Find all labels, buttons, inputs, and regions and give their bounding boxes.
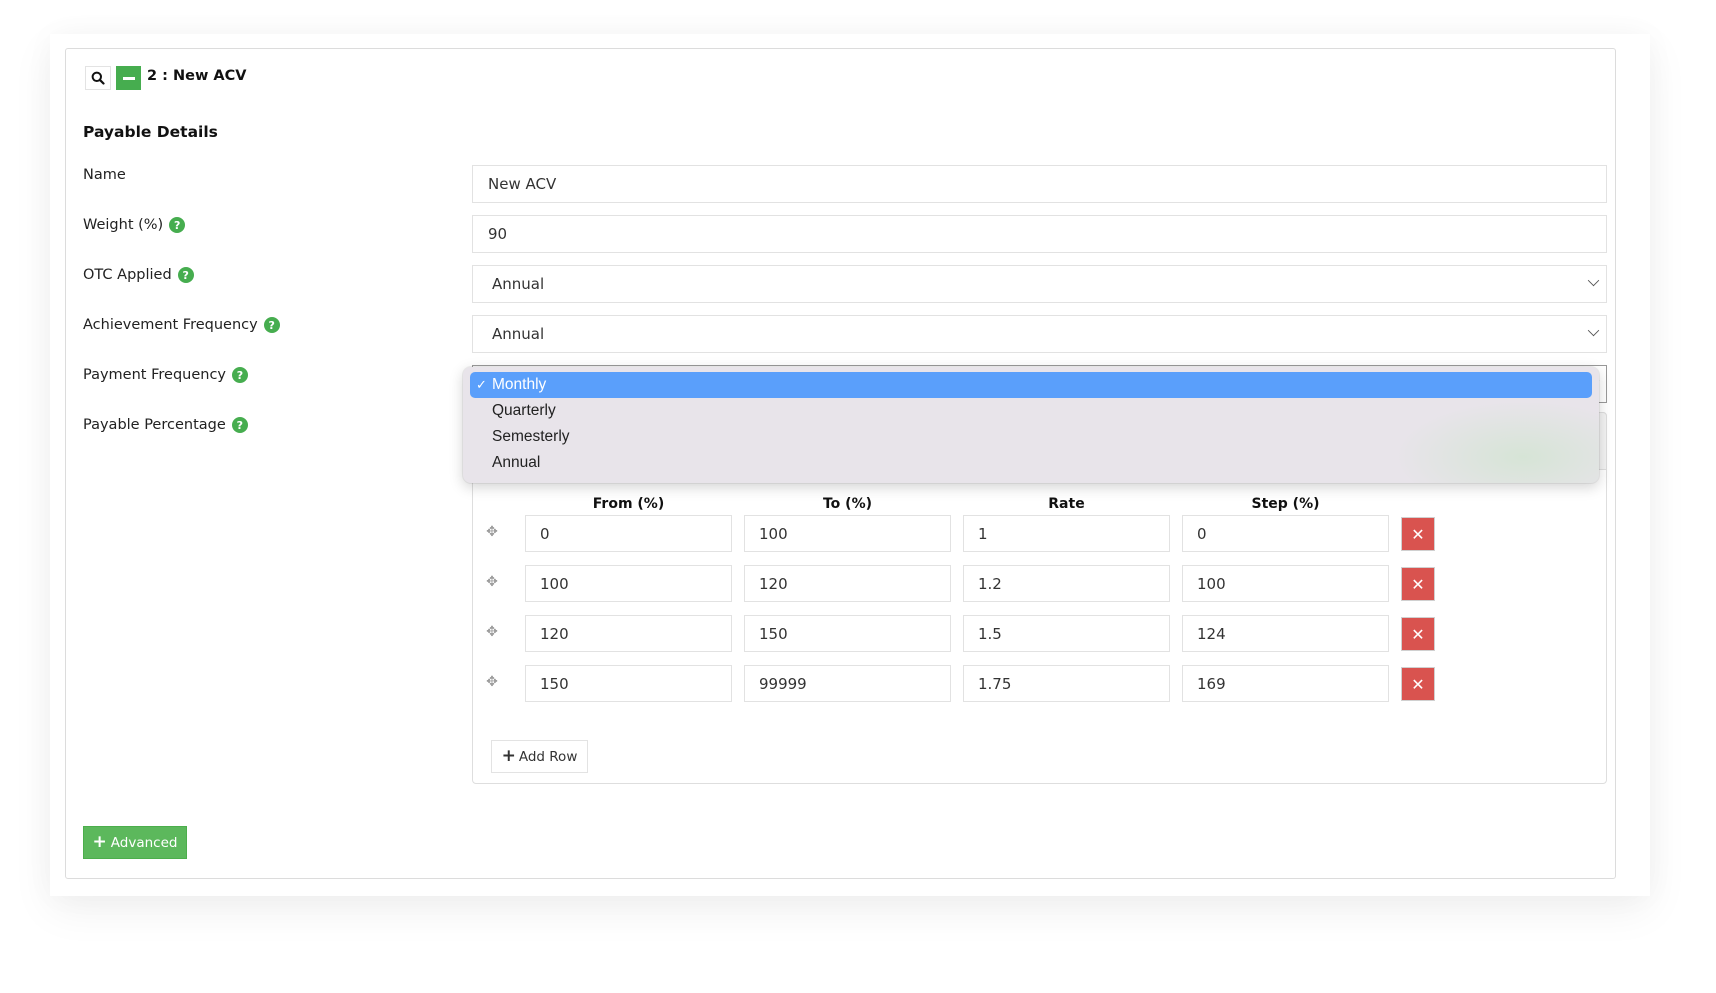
step-value: 100 <box>1197 574 1226 593</box>
option-label: Semesterly <box>492 428 570 445</box>
otc-applied-select[interactable]: Annual <box>472 265 1607 303</box>
step-value: 124 <box>1197 624 1226 643</box>
chevron-down-icon <box>1587 324 1600 337</box>
drag-handle-icon[interactable]: ✥ <box>485 574 499 590</box>
from-value: 150 <box>540 674 569 693</box>
payment-frequency-label-text: Payment Frequency <box>83 367 226 383</box>
help-icon[interactable]: ? <box>177 267 194 283</box>
weight-input[interactable]: 90 <box>472 215 1607 253</box>
column-header-from: From (%) <box>592 496 665 512</box>
advanced-label: Advanced <box>110 834 178 851</box>
from-value: 100 <box>540 574 569 593</box>
name-label-text: Name <box>83 167 126 183</box>
option-label: Annual <box>492 454 541 471</box>
drag-handle-icon[interactable]: ✥ <box>485 674 499 690</box>
from-input[interactable]: 0 <box>525 515 732 552</box>
to-value: 99999 <box>759 674 807 693</box>
column-header-rate: Rate <box>1048 496 1085 512</box>
delete-row-button[interactable]: ✕ <box>1401 567 1435 601</box>
section-title: Payable Details <box>83 123 218 141</box>
to-input[interactable]: 100 <box>744 515 951 552</box>
close-icon: ✕ <box>1411 574 1425 594</box>
dropdown-option-semesterly[interactable]: Semesterly <box>470 424 1592 450</box>
plus-icon: + <box>92 832 107 852</box>
help-icon[interactable]: ? <box>263 317 280 333</box>
to-input[interactable]: 99999 <box>744 665 951 702</box>
column-header-step: Step (%) <box>1251 496 1320 512</box>
option-label: Quarterly <box>492 402 556 419</box>
to-input[interactable]: 150 <box>744 615 951 652</box>
rate-input[interactable]: 1.2 <box>963 565 1170 602</box>
rate-value: 1.5 <box>978 624 1002 643</box>
weight-label-text: Weight (%) <box>83 217 164 233</box>
payment-frequency-label: Payment Frequency? <box>83 367 248 383</box>
help-icon[interactable]: ? <box>231 417 248 433</box>
search-button[interactable] <box>85 66 111 90</box>
otc-applied-label-text: OTC Applied <box>83 267 172 283</box>
step-input[interactable]: 169 <box>1182 665 1389 702</box>
minus-icon <box>122 76 135 80</box>
from-input[interactable]: 100 <box>525 565 732 602</box>
check-icon: ✓ <box>476 377 487 392</box>
chevron-down-icon <box>1587 274 1600 287</box>
achievement-frequency-label: Achievement Frequency? <box>83 317 280 333</box>
delete-row-button[interactable]: ✕ <box>1401 667 1435 701</box>
rate-input[interactable]: 1.5 <box>963 615 1170 652</box>
payable-title: 2 : New ACV <box>147 68 247 84</box>
step-input[interactable]: 0 <box>1182 515 1389 552</box>
to-value: 120 <box>759 574 788 593</box>
rate-value: 1.75 <box>978 674 1012 693</box>
otc-applied-label: OTC Applied? <box>83 267 194 283</box>
rate-input[interactable]: 1.75 <box>963 665 1170 702</box>
rate-value: 1.2 <box>978 574 1002 593</box>
search-icon <box>91 71 105 85</box>
payment-frequency-dropdown: ✓ Monthly Quarterly Semesterly Annual <box>463 367 1599 483</box>
advanced-button[interactable]: + Advanced <box>83 826 187 859</box>
step-value: 0 <box>1197 524 1207 543</box>
add-row-label: Add Row <box>518 748 578 765</box>
step-input[interactable]: 124 <box>1182 615 1389 652</box>
to-value: 150 <box>759 624 788 643</box>
option-label: Monthly <box>492 376 547 393</box>
collapse-button[interactable] <box>116 66 141 90</box>
add-row-button[interactable]: + Add Row <box>491 740 588 773</box>
help-icon[interactable]: ? <box>169 217 186 233</box>
close-icon: ✕ <box>1411 674 1425 694</box>
weight-input-value: 90 <box>488 225 508 243</box>
delete-row-button[interactable]: ✕ <box>1401 617 1435 651</box>
dropdown-option-monthly[interactable]: ✓ Monthly <box>470 372 1592 398</box>
achievement-frequency-value: Annual <box>492 325 545 343</box>
payable-percentage-label: Payable Percentage? <box>83 417 248 433</box>
to-value: 100 <box>759 524 788 543</box>
name-input-value: New ACV <box>488 175 557 193</box>
from-input[interactable]: 150 <box>525 665 732 702</box>
weight-label: Weight (%)? <box>83 217 186 233</box>
dropdown-option-annual[interactable]: Annual <box>470 450 1592 476</box>
from-value: 120 <box>540 624 569 643</box>
step-value: 169 <box>1197 674 1226 693</box>
rate-value: 1 <box>978 524 988 543</box>
achievement-frequency-label-text: Achievement Frequency <box>83 317 258 333</box>
to-input[interactable]: 120 <box>744 565 951 602</box>
from-value: 0 <box>540 524 550 543</box>
help-icon[interactable]: ? <box>232 367 248 383</box>
name-input[interactable]: New ACV <box>472 165 1607 203</box>
step-input[interactable]: 100 <box>1182 565 1389 602</box>
achievement-frequency-select[interactable]: Annual <box>472 315 1607 353</box>
drag-handle-icon[interactable]: ✥ <box>485 624 499 640</box>
name-label: Name <box>83 167 126 183</box>
close-icon: ✕ <box>1411 624 1425 644</box>
from-input[interactable]: 120 <box>525 615 732 652</box>
plus-icon: + <box>501 746 516 766</box>
drag-handle-icon[interactable]: ✥ <box>485 524 499 540</box>
close-icon: ✕ <box>1411 524 1425 544</box>
otc-applied-value: Annual <box>492 275 545 293</box>
rate-input[interactable]: 1 <box>963 515 1170 552</box>
payable-percentage-label-text: Payable Percentage <box>83 417 226 433</box>
column-header-to: To (%) <box>822 496 872 512</box>
delete-row-button[interactable]: ✕ <box>1401 517 1435 551</box>
dropdown-option-quarterly[interactable]: Quarterly <box>470 398 1592 424</box>
